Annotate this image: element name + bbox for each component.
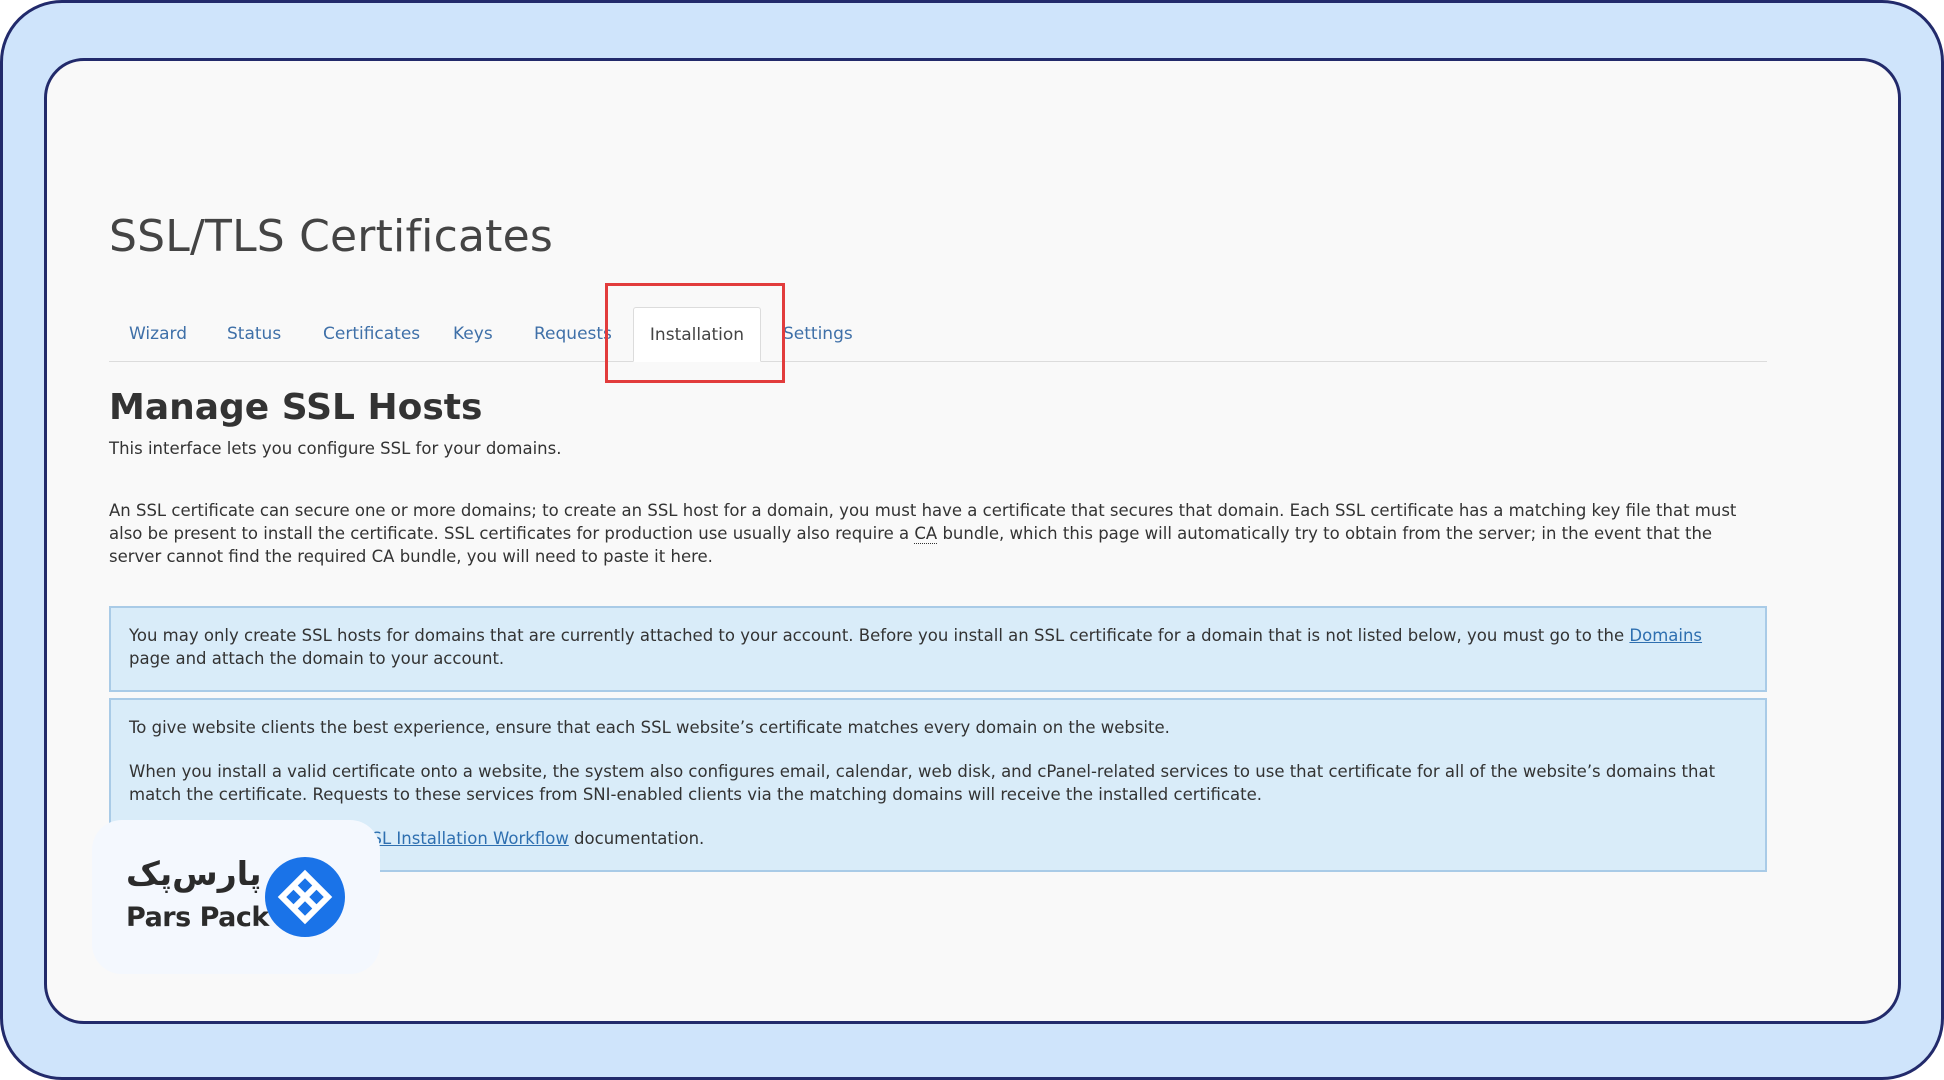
notice1-text-after: page and attach the domain to your accou… bbox=[129, 649, 505, 668]
notice1-text-before: You may only create SSL hosts for domain… bbox=[129, 626, 1630, 645]
tab-settings[interactable]: Settings bbox=[783, 307, 853, 361]
section-heading: Manage SSL Hosts bbox=[109, 387, 483, 428]
ca-abbreviation: CA bbox=[914, 524, 938, 544]
notice2-paragraph-2: When you install a valid certificate ont… bbox=[129, 762, 1716, 804]
description-text: An SSL certificate can secure one or mor… bbox=[109, 499, 1769, 568]
tab-wizard[interactable]: Wizard bbox=[129, 307, 187, 361]
installation-tab-highlight bbox=[605, 283, 785, 383]
page-title: SSL/TLS Certificates bbox=[109, 211, 553, 262]
tab-status[interactable]: Status bbox=[227, 307, 281, 361]
tab-certificates[interactable]: Certificates bbox=[323, 307, 420, 361]
parspack-diamond-logo-icon bbox=[265, 857, 345, 937]
logo-text-persian: پارس‌پک bbox=[126, 854, 262, 893]
tab-requests[interactable]: Requests bbox=[534, 307, 612, 361]
logo-text-english: Pars Pack bbox=[126, 902, 269, 933]
domains-notice: You may only create SSL hosts for domain… bbox=[109, 606, 1767, 692]
intro-text: This interface lets you configure SSL fo… bbox=[109, 439, 562, 458]
notice2-p3-after: documentation. bbox=[568, 829, 705, 848]
parspack-logo-badge: پارس‌پک Pars Pack bbox=[92, 820, 380, 974]
domains-link[interactable]: Domains bbox=[1629, 626, 1702, 645]
tab-bar: Wizard Status Certificates Keys Requests… bbox=[109, 307, 1767, 362]
tab-keys[interactable]: Keys bbox=[453, 307, 493, 361]
notice2-paragraph-1: To give website clients the best experie… bbox=[129, 718, 1170, 737]
ssl-installation-workflow-link[interactable]: SSL Installation Workflow bbox=[361, 829, 569, 848]
